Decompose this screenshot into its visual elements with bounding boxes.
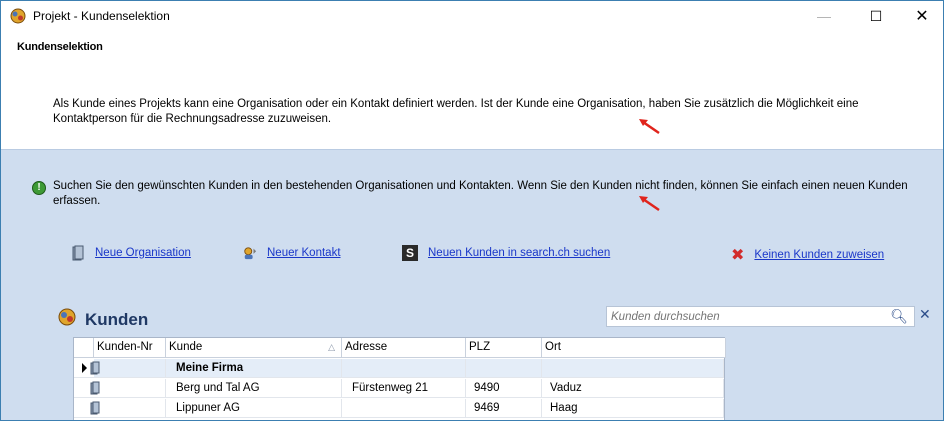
table-row[interactable]: Berg und Tal AG Fürstenweg 21 9490 Vaduz — [74, 379, 724, 398]
cell-kunden-nr — [94, 379, 166, 398]
no-customer-action[interactable]: ✖ Keinen Kunden zuweisen — [731, 245, 884, 265]
remove-icon: ✖ — [731, 247, 745, 264]
cell-ort: Vaduz — [542, 379, 724, 398]
cell-adresse — [342, 399, 466, 418]
table-row[interactable]: Lippuner AG 9469 Haag — [74, 399, 724, 418]
search-hint-text: Suchen Sie den gewünschten Kunden in den… — [53, 180, 908, 207]
new-contact-action[interactable]: Neuer Kontakt — [243, 245, 341, 261]
cell-adresse — [342, 359, 466, 378]
clear-icon[interactable]: ✕ — [919, 306, 931, 323]
kunden-icon — [57, 308, 77, 331]
cell-ort: Haag — [542, 399, 724, 418]
annotation-arrow-icon — [639, 196, 660, 212]
search-ch-icon: S — [402, 245, 418, 261]
cell-plz: 9490 — [466, 379, 542, 398]
no-customer-link[interactable]: Keinen Kunden zuweisen — [754, 249, 884, 261]
organisation-icon — [71, 245, 85, 261]
customer-grid: Kunden-Nr Kunde △ Adresse PLZ Ort Meine … — [73, 337, 726, 420]
kundenselektion-window: Projekt - Kundenselektion — ☐ ✕ Kundense… — [0, 0, 944, 421]
cell-adresse: Fürstenweg 21 — [342, 379, 466, 398]
table-row[interactable]: Meine Firma — [74, 359, 724, 378]
row-pointer-icon — [82, 363, 87, 373]
cell-plz — [466, 359, 542, 378]
cell-kunde: Lippuner AG — [166, 399, 342, 418]
header-area — [1, 31, 943, 149]
cell-kunden-nr — [94, 359, 166, 378]
grid-corner — [74, 338, 94, 358]
new-organisation-link[interactable]: Neue Organisation — [95, 247, 191, 259]
cell-kunde: Berg und Tal AG — [166, 379, 342, 398]
contact-icon — [243, 245, 257, 261]
new-contact-link[interactable]: Neuer Kontakt — [267, 247, 341, 259]
window-title: Projekt - Kundenselektion — [33, 9, 170, 23]
column-header-kunden-nr[interactable]: Kunden-Nr — [94, 338, 166, 358]
annotation-arrow-icon — [639, 119, 660, 135]
close-button[interactable]: ✕ — [899, 1, 943, 31]
sort-indicator-icon: △ — [328, 342, 335, 352]
new-organisation-action[interactable]: Neue Organisation — [71, 245, 191, 261]
column-header-adresse[interactable]: Adresse — [342, 338, 466, 358]
column-header-ort[interactable]: Ort — [542, 338, 726, 358]
cell-kunden-nr — [94, 399, 166, 418]
search-ch-action[interactable]: S Neuen Kunden in search.ch suchen — [402, 245, 610, 261]
cell-plz: 9469 — [466, 399, 542, 418]
maximize-button[interactable]: ☐ — [853, 1, 899, 31]
customer-search-box[interactable]: 🔍︎ — [606, 306, 915, 327]
section-title: Kundenselektion — [17, 41, 103, 53]
cell-ort — [542, 359, 724, 378]
search-ch-link[interactable]: Neuen Kunden in search.ch suchen — [428, 247, 610, 259]
customer-search-input[interactable] — [607, 307, 877, 326]
info-icon: ! — [32, 181, 46, 195]
cell-kunde: Meine Firma — [166, 359, 342, 378]
kunden-title: Kunden — [85, 309, 149, 329]
app-icon — [9, 8, 27, 24]
minimize-button[interactable]: — — [801, 1, 847, 31]
search-icon[interactable]: 🔍︎ — [890, 308, 908, 325]
kunden-panel-header: Kunden — [57, 308, 148, 331]
intro-text: Als Kunde eines Projekts kann eine Organ… — [53, 98, 859, 125]
column-header-plz[interactable]: PLZ — [466, 338, 542, 358]
column-header-kunde[interactable]: Kunde △ — [166, 338, 342, 358]
column-header-kunde-label: Kunde — [169, 341, 203, 353]
title-bar: Projekt - Kundenselektion — ☐ ✕ — [1, 1, 943, 31]
